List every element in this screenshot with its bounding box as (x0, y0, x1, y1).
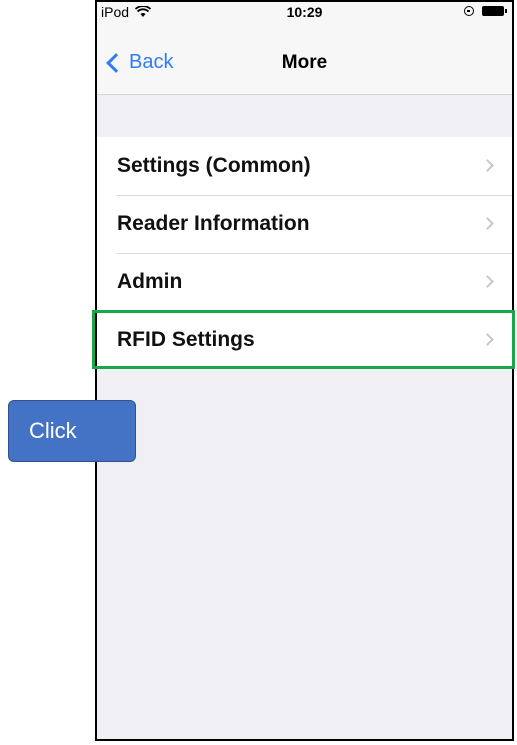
status-time: 10:29 (286, 4, 323, 20)
list-item-label: Settings (Common) (117, 154, 311, 177)
menu-list: Settings (Common) Reader Information Adm… (97, 137, 512, 369)
list-item-rfid-settings[interactable]: RFID Settings (97, 311, 512, 369)
list-item-label: Admin (117, 270, 183, 293)
battery-icon (482, 6, 507, 16)
chevron-right-icon (481, 333, 494, 346)
orientation-lock-icon (464, 6, 474, 16)
status-right (464, 6, 507, 16)
list-item-label: Reader Information (117, 212, 310, 235)
chevron-right-icon (481, 275, 494, 288)
callout-text: Click (29, 418, 77, 443)
chevron-right-icon (481, 159, 494, 172)
navigation-bar: Back More (97, 24, 512, 95)
page-title: More (281, 52, 328, 73)
status-bar: iPod 10:29 (97, 2, 512, 24)
list-item-reader-information[interactable]: Reader Information (97, 195, 512, 253)
list-item-settings-common[interactable]: Settings (Common) (97, 137, 512, 195)
click-callout: Click (8, 400, 136, 462)
list-item-admin[interactable]: Admin (97, 253, 512, 311)
phone-screen: iPod 10:29 Back More Settings (Common) R… (95, 0, 514, 741)
list-item-label: RFID Settings (117, 328, 255, 351)
chevron-right-icon (481, 217, 494, 230)
